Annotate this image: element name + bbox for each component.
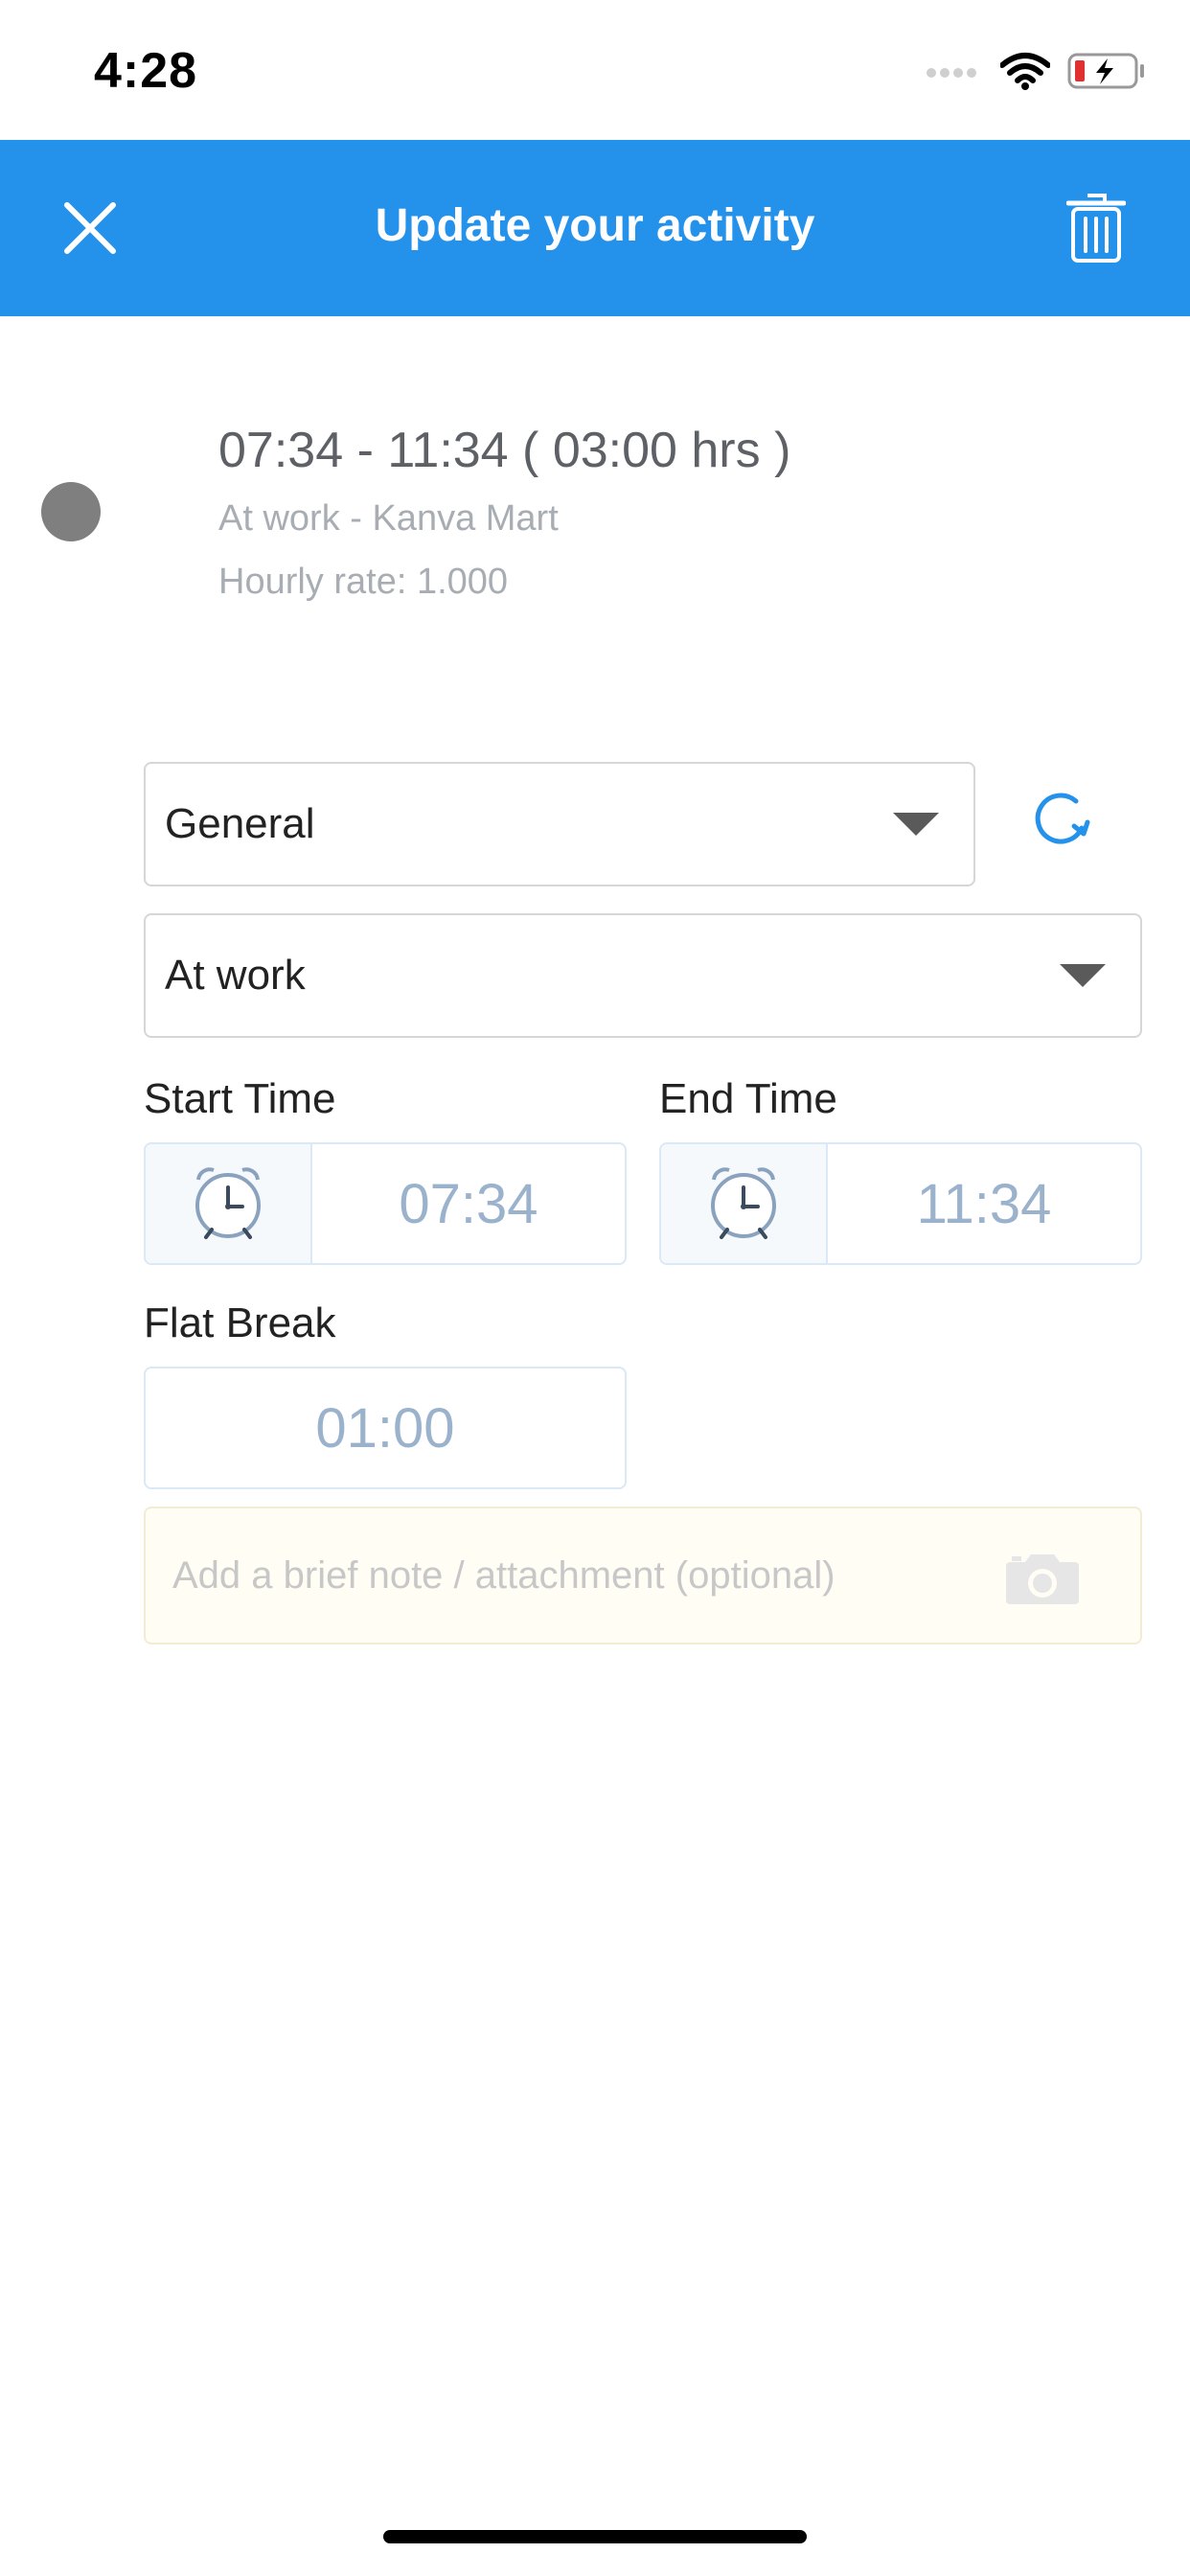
battery-charging-icon (1067, 53, 1144, 89)
alarm-clock-icon (711, 1167, 776, 1239)
status-bar: 4:28 (0, 0, 1190, 140)
activity-status-dot (41, 482, 101, 541)
end-time-value: 11:34 (916, 1172, 1052, 1235)
chevron-down-icon (893, 813, 939, 836)
start-time-value: 07:34 (399, 1172, 538, 1235)
activity-type-select-value: At work (165, 952, 306, 999)
end-time-label: End Time (659, 1075, 837, 1122)
start-time-label: Start Time (144, 1075, 336, 1122)
hourly-rate: Hourly rate: 1.000 (218, 562, 509, 602)
status-time: 4:28 (94, 43, 198, 99)
wifi-icon (1000, 53, 1050, 90)
signal-icon (927, 68, 976, 78)
category-select-value: General (165, 800, 315, 847)
camera-icon[interactable] (1004, 1549, 1081, 1606)
category-select[interactable]: General (144, 762, 975, 886)
activity-location: At work - Kanva Mart (218, 498, 559, 539)
home-indicator (383, 2530, 807, 2543)
end-time-icon-cell[interactable] (661, 1144, 828, 1263)
flat-break-field[interactable]: 01:00 (144, 1367, 627, 1489)
refresh-icon (1035, 793, 1090, 844)
start-time-icon-cell[interactable] (146, 1144, 312, 1263)
end-time-field[interactable]: 11:34 (659, 1142, 1142, 1265)
header-bar: Update your activity (0, 140, 1190, 316)
chevron-down-icon (1060, 964, 1106, 987)
delete-button[interactable] (1052, 182, 1140, 274)
status-indicators (926, 52, 1146, 90)
activity-time-range: 07:34 - 11:34 ( 03:00 hrs ) (218, 423, 791, 478)
note-field[interactable]: Add a brief note / attachment (optional) (144, 1506, 1142, 1644)
note-placeholder: Add a brief note / attachment (optional) (172, 1553, 835, 1597)
alarm-clock-icon (195, 1167, 261, 1239)
start-time-field[interactable]: 07:34 (144, 1142, 627, 1265)
flat-break-label: Flat Break (144, 1300, 336, 1346)
trash-icon (1066, 194, 1126, 263)
refresh-button[interactable] (1023, 781, 1100, 858)
page-title: Update your activity (375, 200, 815, 251)
activity-type-select[interactable]: At work (144, 913, 1142, 1038)
